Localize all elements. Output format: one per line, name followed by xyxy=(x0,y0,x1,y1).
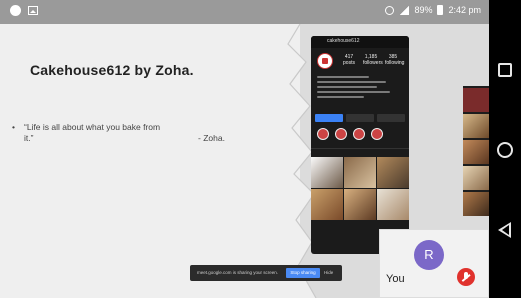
instagram-posts-screenshot xyxy=(463,86,489,216)
cake-photo xyxy=(311,157,343,188)
stat-followers: 1,185 followers xyxy=(363,54,383,66)
system-indicators: 89% 2:42 pm xyxy=(385,5,481,15)
hide-banner-button[interactable]: Hide xyxy=(324,268,333,278)
slide-title: Cakehouse612 by Zoha. xyxy=(30,62,194,78)
notification-icons xyxy=(10,5,38,16)
back-button[interactable] xyxy=(498,222,511,238)
photo-grid xyxy=(463,88,489,216)
battery-icon xyxy=(437,5,444,15)
cake-photo xyxy=(377,157,409,188)
mic-off-icon xyxy=(457,268,475,286)
clock: 2:42 pm xyxy=(448,5,481,15)
story-highlight xyxy=(353,128,365,140)
contact-button-image xyxy=(377,114,405,122)
instagram-profile-screenshot: cakehouse612 417 posts 1,185 followers 3… xyxy=(311,36,409,254)
screen: Cakehouse612 by Zoha. • “Life is all abo… xyxy=(0,0,521,298)
navigation-bar xyxy=(489,0,521,298)
profile-header-bar: cakehouse612 xyxy=(311,36,409,48)
bullet-symbol: • xyxy=(12,122,15,132)
status-bar: 89% 2:42 pm xyxy=(0,0,489,24)
stat-label: followers xyxy=(363,60,383,66)
photo-grid xyxy=(311,157,409,220)
image-notification-icon xyxy=(28,6,38,15)
cake-photo xyxy=(377,189,409,220)
profile-avatar xyxy=(317,53,333,69)
follow-button-image xyxy=(315,114,343,122)
cake-photo xyxy=(311,189,343,220)
screen-share-banner: meet.google.com is sharing your screen. … xyxy=(190,265,342,281)
profile-bio xyxy=(317,76,403,101)
stat-label: following xyxy=(385,60,405,66)
self-label: You xyxy=(386,273,405,285)
stat-following: 385 following xyxy=(385,54,405,66)
recents-button[interactable] xyxy=(498,63,512,77)
sync-icon xyxy=(385,5,395,15)
signal-icon xyxy=(399,5,410,15)
quote-line-2: it.” xyxy=(24,133,34,143)
story-highlight xyxy=(335,128,347,140)
home-button[interactable] xyxy=(497,142,513,158)
avatar: R xyxy=(414,240,444,270)
story-highlight xyxy=(317,128,329,140)
message-button-image xyxy=(346,114,374,122)
cake-photo xyxy=(344,157,376,188)
stop-sharing-button[interactable]: Stop sharing xyxy=(286,268,320,278)
battery-percent: 89% xyxy=(414,5,433,15)
stat-label: posts xyxy=(343,60,355,66)
profile-handle: cakehouse612 xyxy=(327,38,360,44)
quote-author: - Zoha. xyxy=(198,133,225,143)
stat-posts: 417 posts xyxy=(341,54,357,66)
profile-tabs xyxy=(311,148,409,157)
cake-photo xyxy=(344,189,376,220)
story-highlight xyxy=(371,128,383,140)
notification-dot-icon xyxy=(10,5,21,16)
quote-line-1: “Life is all about what you bake from xyxy=(24,122,161,132)
share-message: meet.google.com is sharing your screen. xyxy=(197,270,279,275)
